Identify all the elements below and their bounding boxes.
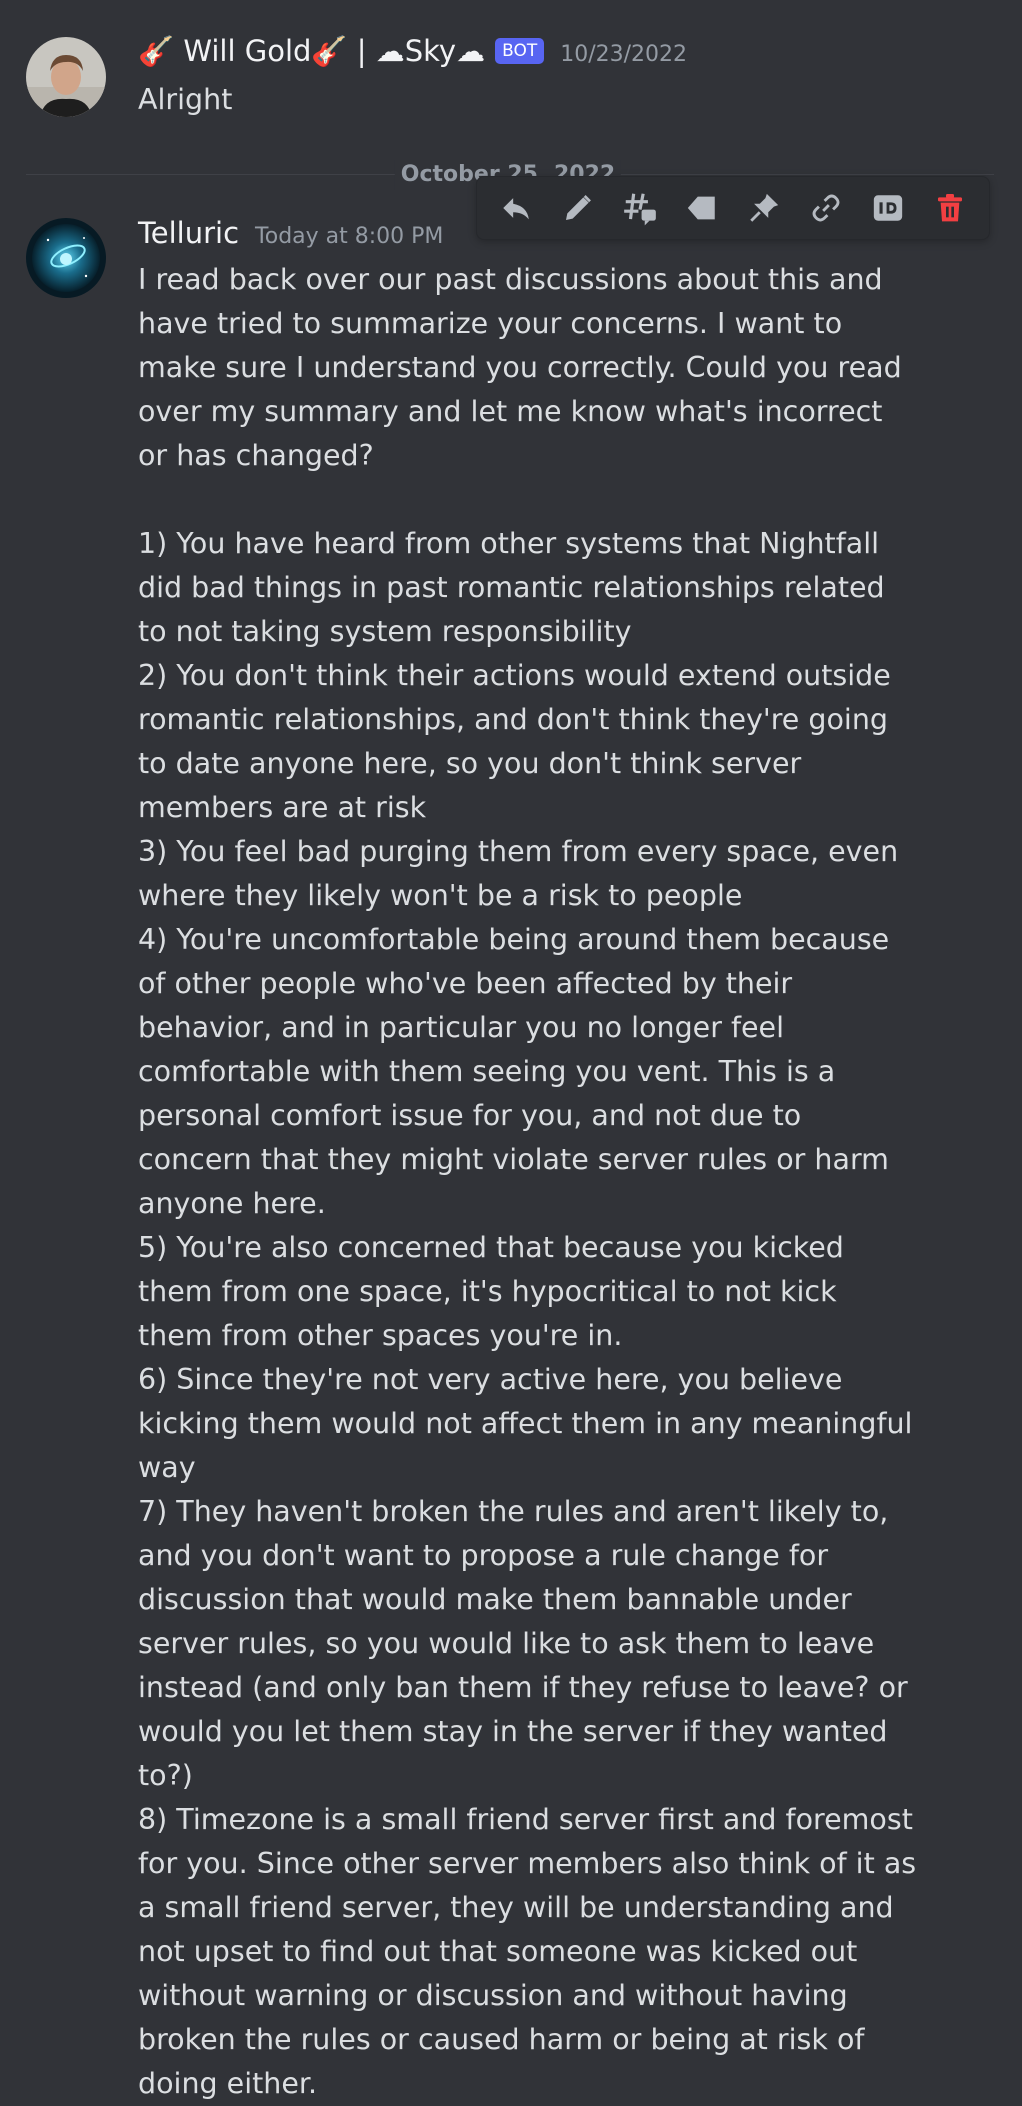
tag-button[interactable] [676, 182, 728, 234]
copy-id-icon [873, 195, 903, 221]
copy-id-button[interactable] [862, 182, 914, 234]
username[interactable]: 🎸 Will Gold🎸 | ☁Sky☁ [138, 34, 485, 69]
create-thread-button[interactable] [614, 182, 666, 234]
planet-nebula-icon [26, 218, 106, 298]
delete-button[interactable] [924, 182, 976, 234]
avatar[interactable] [26, 37, 106, 117]
message-actions-toolbar [476, 176, 990, 240]
pin-button[interactable] [738, 182, 790, 234]
reply-button[interactable] [490, 182, 542, 234]
edit-button[interactable] [552, 182, 604, 234]
message-content: I read back over our past discussions ab… [138, 263, 917, 2100]
username[interactable]: Telluric [138, 216, 239, 250]
bot-badge: BOT [495, 38, 545, 64]
tag-icon [687, 196, 715, 220]
person-photo-icon [26, 37, 106, 117]
delete-icon [938, 194, 962, 222]
reply-icon [503, 198, 529, 220]
copy-link-button[interactable] [800, 182, 852, 234]
edit-icon [566, 195, 591, 220]
avatar[interactable] [26, 218, 106, 298]
copy-link-icon [812, 194, 840, 222]
message-timestamp: 10/23/2022 [560, 42, 688, 67]
pin-icon [750, 193, 779, 222]
message-timestamp: Today at 8:00 PM [255, 224, 444, 249]
message-content: Alright [138, 83, 233, 116]
create-thread-icon [624, 193, 656, 226]
